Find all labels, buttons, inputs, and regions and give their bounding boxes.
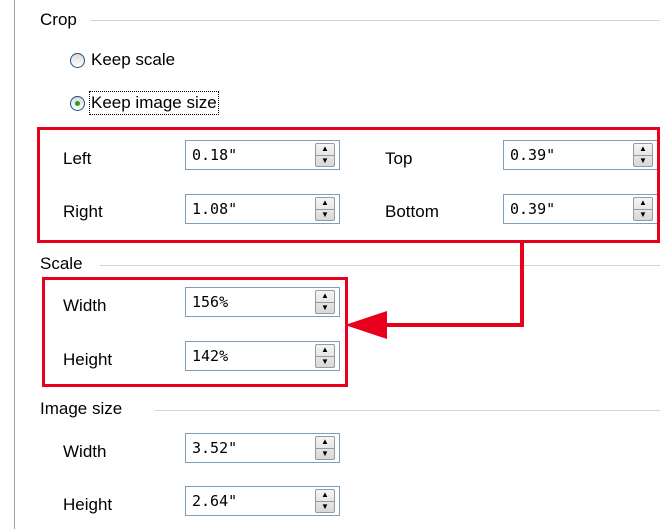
image-size-separator bbox=[155, 410, 660, 411]
spin-up-icon[interactable]: ▲ bbox=[316, 437, 334, 448]
keep-scale-radio[interactable]: Keep scale bbox=[70, 50, 175, 70]
crop-separator bbox=[90, 20, 660, 21]
crop-highlight-box bbox=[37, 127, 660, 243]
spin-up-icon[interactable]: ▲ bbox=[316, 490, 334, 501]
keep-image-size-label: Keep image size bbox=[89, 91, 219, 115]
image-width-value[interactable]: 3.52" bbox=[186, 439, 315, 457]
scale-separator bbox=[100, 265, 660, 266]
spin-buttons[interactable]: ▲ ▼ bbox=[315, 489, 335, 513]
radio-checked-icon bbox=[70, 95, 85, 111]
scale-highlight-box bbox=[42, 277, 348, 387]
spin-down-icon[interactable]: ▼ bbox=[316, 447, 334, 460]
keep-image-size-radio[interactable]: Keep image size bbox=[70, 91, 219, 115]
spin-buttons[interactable]: ▲ ▼ bbox=[315, 436, 335, 460]
dialog-left-border bbox=[14, 0, 15, 529]
keep-scale-label: Keep scale bbox=[91, 50, 176, 69]
image-height-label: Height bbox=[63, 495, 113, 514]
image-height-value[interactable]: 2.64" bbox=[186, 492, 315, 510]
arrow-vertical-line bbox=[520, 243, 524, 327]
arrow-horizontal-line bbox=[382, 323, 524, 327]
image-height-spinbox[interactable]: 2.64" ▲ ▼ bbox=[185, 486, 340, 516]
image-size-section-title: Image size bbox=[40, 399, 129, 419]
arrow-head-icon bbox=[345, 311, 387, 339]
radio-unchecked-icon bbox=[70, 52, 85, 68]
scale-section-title: Scale bbox=[40, 254, 89, 274]
crop-section-title: Crop bbox=[40, 10, 83, 30]
image-width-label: Width bbox=[63, 442, 107, 461]
image-width-spinbox[interactable]: 3.52" ▲ ▼ bbox=[185, 433, 340, 463]
spin-down-icon[interactable]: ▼ bbox=[316, 500, 334, 513]
